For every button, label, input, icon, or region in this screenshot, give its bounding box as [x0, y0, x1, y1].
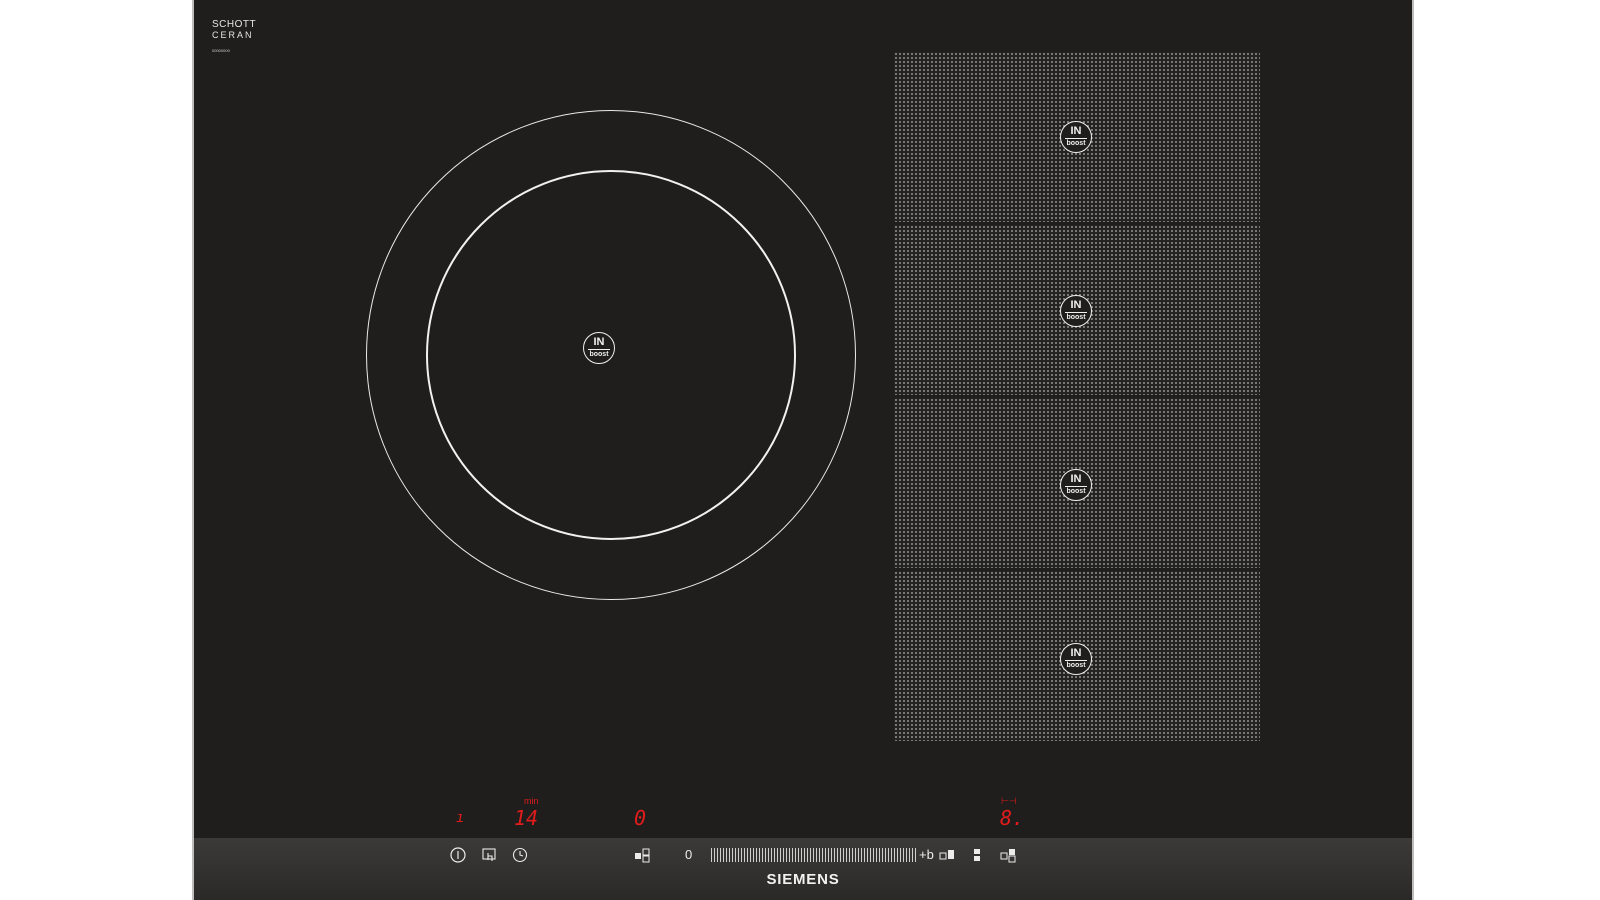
power-icon[interactable] [449, 846, 467, 864]
in-label: IN [593, 336, 605, 348]
flex-zone-middle-icon[interactable] [968, 846, 986, 864]
flex-zone-right-icon[interactable] [999, 846, 1017, 864]
brand-line-2: CERAN [212, 30, 254, 40]
status-indicator: ı [456, 810, 465, 826]
power-level-slider[interactable] [711, 848, 916, 862]
zone-select-icon[interactable] [633, 846, 651, 864]
cooktop-glass: SCHOTT CERAN 00000000 IN boost IN boost … [192, 0, 1414, 900]
siemens-logo: SIEMENS [766, 871, 840, 888]
hand-protect-icon[interactable] [480, 846, 498, 864]
clock-icon[interactable] [511, 846, 529, 864]
zone-level-display: 0 [634, 806, 647, 830]
in-boost-icon: IN boost [1060, 643, 1092, 675]
in-boost-icon: IN boost [1060, 295, 1092, 327]
flex-zone-left-icon[interactable] [938, 846, 956, 864]
brand-line-1: SCHOTT [212, 19, 257, 30]
timer-unit-label: min [524, 796, 539, 806]
slider-max-label: +b [919, 847, 934, 862]
schott-ceran-logo: SCHOTT CERAN 00000000 [212, 20, 256, 56]
right-level-display: 8. [1000, 806, 1025, 830]
control-strip: 0 +b SIEMENS [194, 838, 1412, 900]
in-boost-icon: IN boost [1060, 469, 1092, 501]
serial-number: 00000000 [212, 48, 230, 53]
timer-display: 14 [514, 806, 539, 830]
in-boost-icon: IN boost [1060, 121, 1092, 153]
boost-label: boost [589, 351, 609, 358]
in-boost-icon: IN boost [583, 332, 615, 364]
slider-min-label: 0 [685, 847, 693, 862]
